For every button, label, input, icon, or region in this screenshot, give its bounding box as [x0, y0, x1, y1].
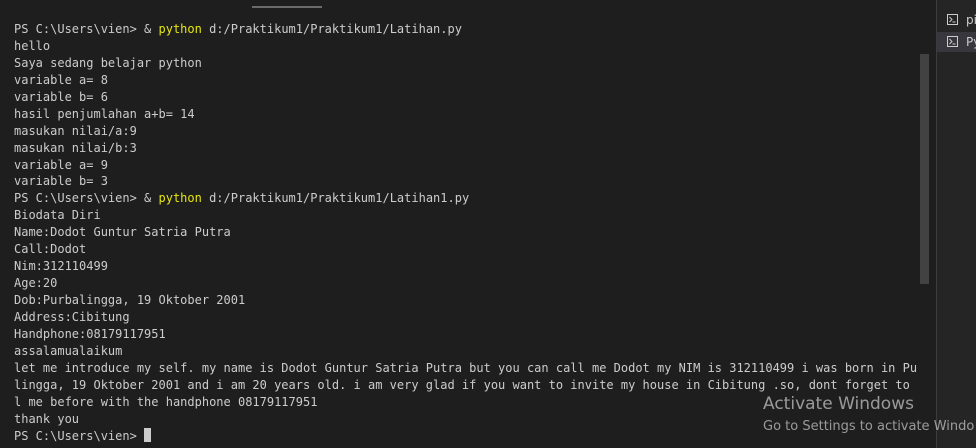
- output-line: Age:20: [14, 276, 58, 291]
- terminal-list-item[interactable]: pi: [937, 10, 976, 30]
- activation-watermark: Activate Windows Go to Settings to activ…: [763, 393, 974, 437]
- output-line: assalamualaikum: [14, 343, 123, 358]
- output-line: Saya sedang belajar python: [14, 55, 202, 70]
- command-name: python: [158, 22, 202, 36]
- command-name: python: [158, 191, 202, 206]
- output-line: Nim:312110499: [14, 259, 108, 274]
- prompt-text: PS C:\Users\vien>: [14, 428, 145, 443]
- terminal-icon: [947, 36, 958, 47]
- text-cursor: [144, 427, 152, 442]
- command-line: PS C:\Users\vien> & python d:/Praktikum1…: [14, 21, 914, 38]
- output-line: variable a= 8: [14, 72, 108, 87]
- output-line: lingga, 19 Oktober 2001 and i am 20 year…: [14, 377, 930, 392]
- command-line: PS C:\Users\vien> & python d:/Praktikum1…: [14, 190, 914, 207]
- watermark-subtitle: Go to Settings to activate Windo: [763, 419, 975, 434]
- output-line: Name:Dodot Guntur Satria Putra: [14, 225, 231, 240]
- scrollbar-thumb[interactable]: [920, 54, 929, 284]
- terminal-list-item-label: pi: [966, 13, 976, 27]
- prompt-text: PS C:\Users\vien> &: [14, 191, 159, 206]
- watermark-title: Activate Windows: [763, 394, 914, 414]
- output-line: let me introduce my self. my name is Dod…: [14, 360, 930, 375]
- terminal-list-item-label: Py: [966, 35, 976, 49]
- output-line: Dob:Purbalingga, 19 Oktober 2001: [14, 293, 246, 307]
- output-line: masukan nilai/a:9: [14, 123, 137, 138]
- output-line: Handphone:08179117951: [14, 326, 166, 341]
- terminal-icon: [947, 14, 958, 25]
- command-args: d:/Praktikum1/Praktikum1/Latihan.py: [201, 22, 462, 36]
- terminal-output[interactable]: PS C:\Users\vien> & python d:/Praktikum1…: [14, 21, 930, 444]
- output-line: masukan nilai/b:3: [14, 140, 137, 155]
- output-line: variable a= 9: [14, 157, 108, 172]
- output-line: hello: [14, 38, 51, 53]
- terminal-list-panel: pi Py: [937, 0, 976, 448]
- output-line: Call:Dodot: [14, 242, 87, 257]
- command-args: d:/Praktikum1/Praktikum1/Latihan1.py: [201, 191, 470, 206]
- output-line: variable b= 3: [14, 174, 108, 189]
- terminal-panel[interactable]: PS C:\Users\vien> & python d:/Praktikum1…: [0, 0, 930, 448]
- output-line: Address:Cibitung: [14, 309, 130, 324]
- output-line: hasil penjumlahan a+b= 14: [14, 106, 195, 121]
- prompt-text: PS C:\Users\vien> &: [14, 22, 159, 36]
- terminal-list-item-active[interactable]: Py: [937, 32, 976, 52]
- output-line: variable b= 6: [14, 89, 108, 104]
- output-line: Biodata Diri: [14, 208, 101, 223]
- panel-tab-indicator: [252, 6, 322, 8]
